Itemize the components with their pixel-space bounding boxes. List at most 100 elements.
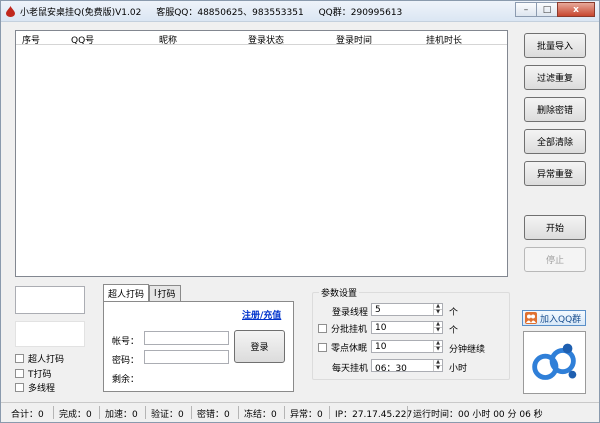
batch-hang-label: 分批挂机 bbox=[331, 324, 368, 335]
stop-button[interactable]: 停止 bbox=[524, 247, 586, 272]
daily-hang-time-picker[interactable]: 06：30 ▲ ▼ bbox=[371, 359, 443, 374]
tab-t-dama-label: 打码 bbox=[157, 290, 176, 300]
daily-hang-value: 06：30 bbox=[375, 364, 407, 374]
spinner-arrows[interactable]: ▲ ▼ bbox=[433, 360, 442, 371]
account-label: 帐号： bbox=[112, 337, 140, 347]
close-button[interactable]: x bbox=[557, 2, 595, 17]
password-input[interactable] bbox=[144, 350, 229, 364]
login-button[interactable]: 登录 bbox=[234, 330, 285, 363]
option-t-dama[interactable]: T打码 bbox=[15, 367, 52, 380]
status-separator bbox=[238, 406, 239, 419]
status-separator bbox=[329, 406, 330, 419]
login-threads-unit: 个 bbox=[449, 308, 459, 318]
status-speed: 加速：0 bbox=[105, 410, 138, 420]
list-header: 序号 QQ号 昵称 登录状态 登录时间 挂机时长 bbox=[16, 31, 507, 46]
zero-sleep-label: 零点休眠 bbox=[331, 343, 368, 354]
column-login-time[interactable]: 登录时间 bbox=[336, 33, 372, 46]
maximize-button[interactable]: □ bbox=[536, 2, 558, 17]
delete-wrong-password-button[interactable]: 删除密错 bbox=[524, 97, 586, 122]
status-separator bbox=[99, 406, 100, 419]
batch-hang-option[interactable]: 分批挂机 bbox=[318, 322, 368, 335]
column-qq[interactable]: QQ号 bbox=[71, 33, 94, 46]
window-controls: – □ x bbox=[515, 2, 595, 18]
clear-all-button[interactable]: 全部清除 bbox=[524, 129, 586, 154]
remaining-label: 剩余： bbox=[112, 375, 140, 385]
minimize-button[interactable]: – bbox=[515, 2, 537, 17]
daily-hang-label: 每天挂机 bbox=[332, 364, 369, 374]
mouse-drop-icon bbox=[6, 6, 15, 17]
start-button[interactable]: 开始 bbox=[524, 215, 586, 240]
spinner-arrows[interactable]: ▲ ▼ bbox=[433, 322, 442, 333]
batch-hang-spinner[interactable]: 10 ▲ ▼ bbox=[371, 321, 443, 334]
arrow-down-icon[interactable]: ▼ bbox=[434, 309, 442, 315]
login-threads-value: 5 bbox=[375, 305, 381, 315]
status-done: 完成：0 bbox=[59, 410, 92, 420]
account-input[interactable] bbox=[144, 331, 229, 345]
relogin-abnormal-button[interactable]: 异常重登 bbox=[524, 161, 586, 186]
join-qq-group-button[interactable]: 加入QQ群 bbox=[522, 310, 586, 326]
register-recharge-link[interactable]: 注册/充值 bbox=[242, 308, 281, 321]
status-frozen: 冻结：0 bbox=[244, 410, 277, 420]
status-total: 合计：0 bbox=[11, 410, 44, 420]
option-superman[interactable]: 超人打码 bbox=[15, 352, 65, 365]
tab-superman[interactable]: 超人打码 bbox=[103, 284, 150, 301]
arrow-down-icon[interactable]: ▼ bbox=[434, 327, 442, 333]
password-label: 密码： bbox=[112, 356, 140, 366]
app-logo-icon bbox=[532, 343, 577, 380]
batch-hang-value: 10 bbox=[375, 323, 387, 333]
status-separator bbox=[53, 406, 54, 419]
batch-hang-unit: 个 bbox=[449, 326, 459, 336]
batch-import-button[interactable]: 批量导入 bbox=[524, 33, 586, 58]
column-index[interactable]: 序号 bbox=[22, 33, 40, 46]
column-login-status[interactable]: 登录状态 bbox=[248, 33, 284, 46]
status-bar: 合计：0 完成：0 加速：0 验证：0 密错：0 冻结：0 异常：0 IP：27… bbox=[1, 402, 599, 422]
login-threads-spinner[interactable]: 5 ▲ ▼ bbox=[371, 303, 443, 316]
superman-checkbox[interactable] bbox=[15, 353, 24, 363]
login-panel: 注册/充值 帐号： 密码： 剩余： 登录 bbox=[103, 301, 294, 392]
batch-hang-checkbox[interactable] bbox=[318, 323, 327, 333]
daily-hang-unit: 小时 bbox=[449, 364, 468, 374]
zero-sleep-spinner[interactable]: 10 ▲ ▼ bbox=[371, 340, 443, 353]
zero-sleep-unit: 分钟继续 bbox=[449, 345, 486, 355]
tab-t-dama[interactable]: l 打码 bbox=[149, 285, 181, 301]
status-ip: IP：27.17.45.227 bbox=[335, 410, 413, 420]
superman-label: 超人打码 bbox=[28, 354, 65, 365]
spinner-arrows[interactable]: ▲ ▼ bbox=[433, 304, 442, 315]
zero-sleep-option[interactable]: 零点休眠 bbox=[318, 341, 368, 354]
zero-sleep-checkbox[interactable] bbox=[318, 342, 327, 352]
status-verify: 验证：0 bbox=[151, 410, 184, 420]
zero-sleep-value: 10 bbox=[375, 342, 387, 352]
spinner-arrows[interactable]: ▲ ▼ bbox=[433, 341, 442, 352]
logo-panel bbox=[523, 331, 586, 394]
column-hang-duration[interactable]: 挂机时长 bbox=[426, 33, 462, 46]
qq-group-number: QQ群：290995613 bbox=[318, 8, 403, 18]
captcha-image bbox=[15, 286, 85, 314]
option-multithread[interactable]: 多线程 bbox=[15, 381, 55, 394]
status-password-error: 密错：0 bbox=[197, 410, 230, 420]
support-qq: 客服QQ：48850625、983553351 bbox=[156, 8, 304, 18]
column-nickname[interactable]: 昵称 bbox=[159, 33, 177, 46]
params-title: 参数设置 bbox=[319, 286, 360, 299]
captcha-tabs: 超人打码 l 打码 bbox=[103, 284, 181, 301]
captcha-input[interactable] bbox=[15, 321, 85, 347]
status-abnormal: 异常：0 bbox=[290, 410, 323, 420]
arrow-down-icon[interactable]: ▼ bbox=[434, 365, 442, 371]
status-separator bbox=[191, 406, 192, 419]
close-icon: x bbox=[573, 4, 579, 15]
multithread-checkbox[interactable] bbox=[15, 382, 24, 392]
filter-duplicates-button[interactable]: 过滤重复 bbox=[524, 65, 586, 90]
t-dama-label: T打码 bbox=[28, 369, 52, 380]
join-qq-group-label: 加入QQ群 bbox=[540, 314, 582, 325]
window-title: 小老鼠安桌挂Q(免费版)V1.02 客服QQ：48850625、98355335… bbox=[20, 5, 414, 18]
status-separator bbox=[145, 406, 146, 419]
status-separator bbox=[407, 406, 408, 419]
main-window: 小老鼠安桌挂Q(免费版)V1.02 客服QQ：48850625、98355335… bbox=[0, 0, 600, 423]
maximize-icon: □ bbox=[542, 4, 552, 15]
qq-group-icon bbox=[525, 312, 537, 324]
status-runtime: 运行时间：00 小时 00 分 06 秒 bbox=[413, 410, 543, 420]
title-bar[interactable]: 小老鼠安桌挂Q(免费版)V1.02 客服QQ：48850625、98355335… bbox=[1, 1, 599, 22]
account-list[interactable]: 序号 QQ号 昵称 登录状态 登录时间 挂机时长 bbox=[15, 30, 508, 277]
t-dama-checkbox[interactable] bbox=[15, 368, 24, 378]
arrow-down-icon[interactable]: ▼ bbox=[434, 346, 442, 352]
status-separator bbox=[284, 406, 285, 419]
